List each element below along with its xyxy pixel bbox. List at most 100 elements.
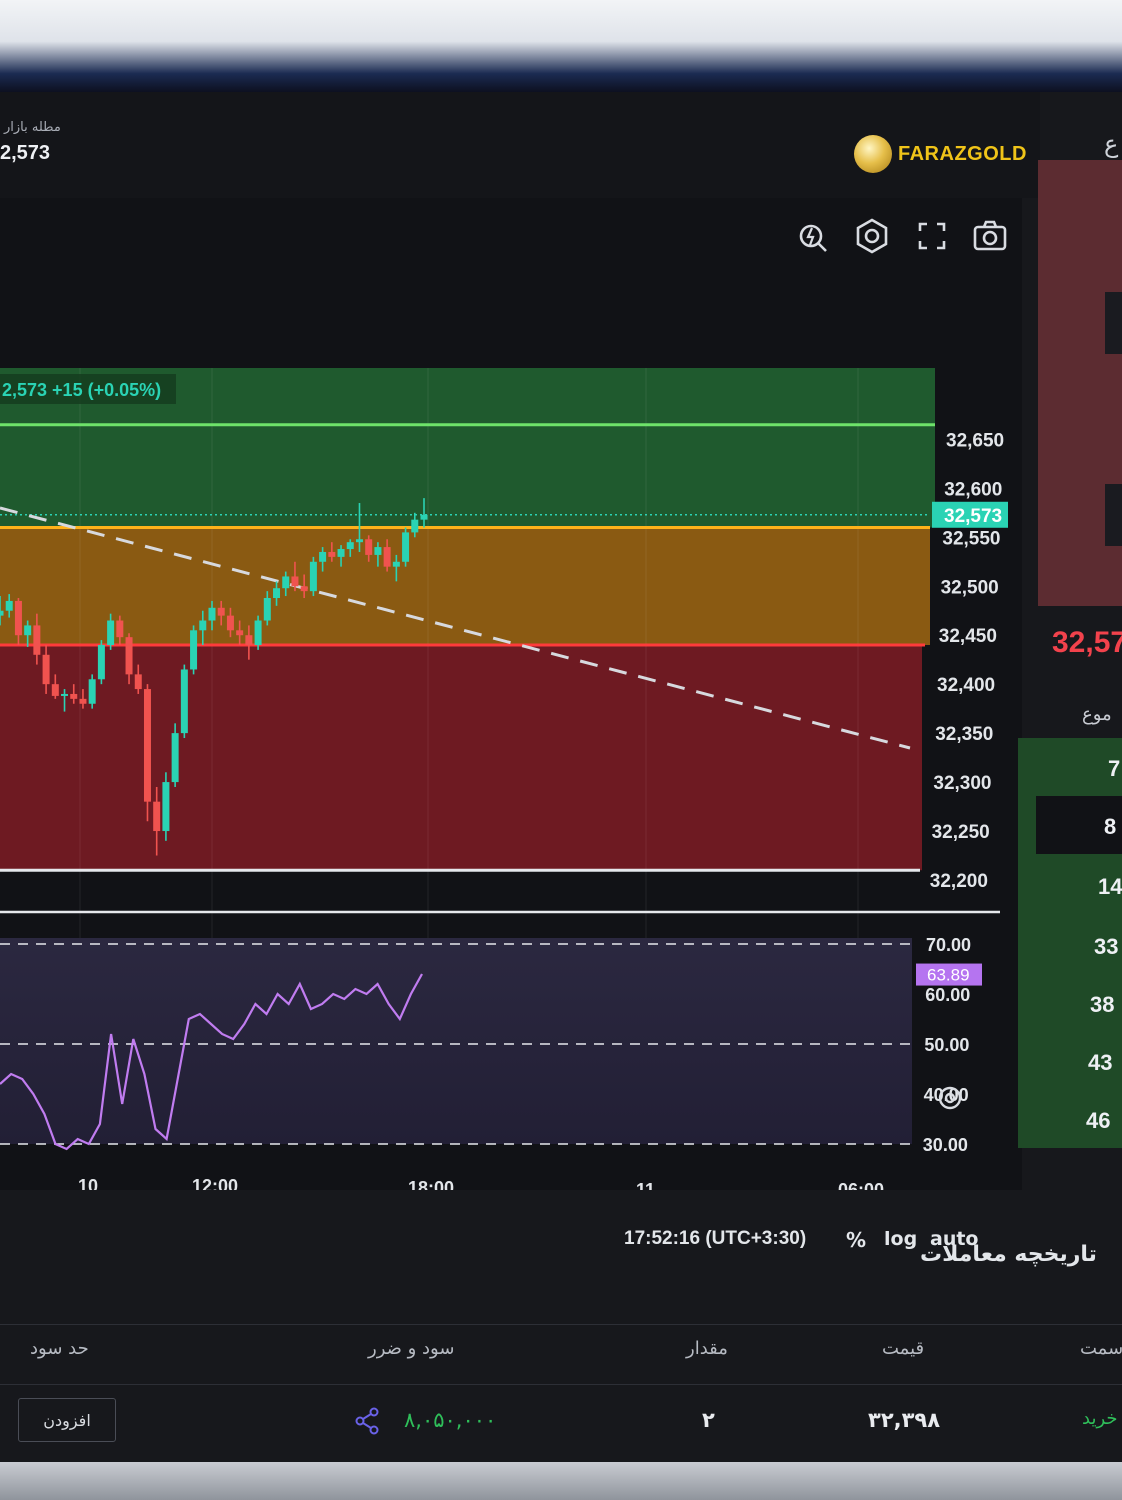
price-tick: 32,200 (930, 871, 988, 892)
log-scale-toggle[interactable]: log (884, 1228, 917, 1250)
row-price: ۳۲,۳۹۸ (868, 1408, 941, 1432)
candle-body (355, 539, 363, 543)
rsi-tick: 70.00 (926, 935, 971, 955)
orange-zone (0, 527, 930, 645)
candle-body (5, 600, 13, 611)
price-change-badge: 2,573 +15 (+0.05%) (2, 380, 161, 400)
candle-body (346, 542, 354, 550)
price-chart[interactable]: 2,573 +15 (+0.05%) 32,65032,60032,55032,… (0, 198, 1022, 1190)
candle-body (392, 561, 400, 567)
ask-row-bar (1105, 484, 1122, 546)
col-amount: مقدار (686, 1338, 728, 1359)
price-tick: 32,500 (941, 577, 999, 598)
row-side: خرید (1082, 1408, 1118, 1429)
chart-clock: 17:52:16 (UTC+3:30) (624, 1228, 807, 1249)
candle-body (88, 679, 96, 704)
price-tick: 32,400 (937, 675, 995, 696)
bid-amount[interactable]: 8 (1104, 814, 1116, 840)
candle-body (107, 620, 115, 645)
price-axis: 32,650 32,600 32,550 32,500 32,450 32,400 32,3… (930, 430, 1004, 892)
top-header: مطله بازار 2,573 FARAZGOLD (0, 92, 1040, 198)
price-tick: 32,250 (932, 822, 990, 843)
candle-body (300, 586, 308, 592)
add-take-profit-button[interactable]: افزودن (18, 1398, 116, 1442)
candle-body (383, 547, 391, 567)
candle-body (134, 674, 142, 690)
candle-body (254, 620, 262, 645)
percent-scale-toggle[interactable]: % (846, 1228, 866, 1252)
candle-body (411, 519, 419, 533)
candle-body (328, 551, 336, 557)
app-screen: مطله بازار 2,573 FARAZGOLD ع 2,573 +15 (… (0, 92, 1122, 1462)
candle-body (319, 551, 327, 562)
rsi-pane (0, 938, 912, 1144)
brand-name: FARAZGOLD (898, 142, 1027, 165)
time-tick-10: 10 (78, 1176, 98, 1190)
candle-body (97, 645, 105, 680)
candle-body (217, 607, 225, 616)
row-pnl: ۸,۰۵۰,۰۰۰ (404, 1408, 497, 1432)
market-price: 2,573 (0, 142, 51, 164)
rsi-tick: 30.00 (923, 1135, 968, 1155)
col-price: قیمت (882, 1338, 925, 1359)
price-tick: 32,650 (946, 430, 1004, 451)
candle-body (51, 684, 59, 696)
candle-body (24, 625, 32, 636)
candle-body (263, 598, 271, 621)
rsi-tag: 63.89 (927, 966, 970, 985)
bid-amount[interactable]: 7 (1108, 756, 1120, 782)
candle-body (153, 801, 161, 832)
col-pnl: سود و ضرر (368, 1338, 455, 1359)
candle-body (171, 733, 179, 783)
candle-body (337, 549, 345, 557)
candle-body (309, 561, 317, 592)
candle-body (143, 689, 151, 802)
trade-history-title: تاریخچه معاملات (920, 1242, 1097, 1267)
candle-body (236, 630, 244, 636)
candle-body (365, 539, 373, 555)
brand-logo[interactable]: FARAZGOLD (854, 134, 1027, 174)
rsi-tick: 50.00 (924, 1035, 969, 1055)
candle-body (226, 615, 234, 631)
bid-amount[interactable]: 38 (1090, 992, 1114, 1018)
monitor-bezel-top (0, 0, 1122, 92)
candle-body (0, 610, 4, 616)
candle-body (61, 693, 69, 696)
price-tick: 32,600 (944, 479, 1002, 500)
candle-body (245, 635, 253, 645)
price-tick: 32,350 (935, 724, 993, 745)
bid-amount[interactable]: 33 (1094, 934, 1118, 960)
candle-body (420, 514, 428, 520)
monitor-bezel-bottom (0, 1462, 1122, 1500)
orderbook-mid-price: 32,57 (1052, 626, 1122, 659)
chart-panel: 2,573 +15 (+0.05%) 32,650 32,600 32,550 32,… (0, 198, 1022, 1252)
candle-body (273, 588, 281, 598)
candle-body (208, 607, 216, 621)
gold-coin-icon (854, 135, 892, 173)
bid-amount[interactable]: 43 (1088, 1050, 1112, 1076)
sidebar-edge-text: ع (1104, 130, 1119, 158)
candle-body (162, 782, 170, 832)
time-tick-1200: 12:00 (192, 1176, 238, 1190)
rsi-tick: 60.00 (925, 985, 970, 1005)
axis-settings-icon[interactable] (934, 1082, 966, 1114)
time-tick-11: 11 (636, 1180, 655, 1190)
price-tick: 32,550 (942, 528, 1000, 549)
candle-body (79, 698, 87, 704)
price-tick: 32,450 (939, 626, 997, 647)
share-icon[interactable] (352, 1406, 382, 1436)
candle-body (14, 600, 22, 636)
table-divider (0, 1384, 1122, 1385)
ask-row-bar (1105, 292, 1122, 354)
market-label: مطله بازار (4, 120, 61, 135)
bid-amount[interactable]: 46 (1086, 1108, 1110, 1134)
col-take-profit: حد سود (30, 1338, 89, 1359)
col-side: سمت (1080, 1338, 1122, 1359)
bid-amount[interactable]: 14 (1098, 874, 1122, 900)
candle-body (125, 637, 133, 675)
table-divider (0, 1324, 1122, 1325)
candle-body (190, 630, 198, 670)
candle-body (70, 693, 78, 699)
candle-body (180, 669, 188, 734)
candle-body (33, 625, 41, 655)
